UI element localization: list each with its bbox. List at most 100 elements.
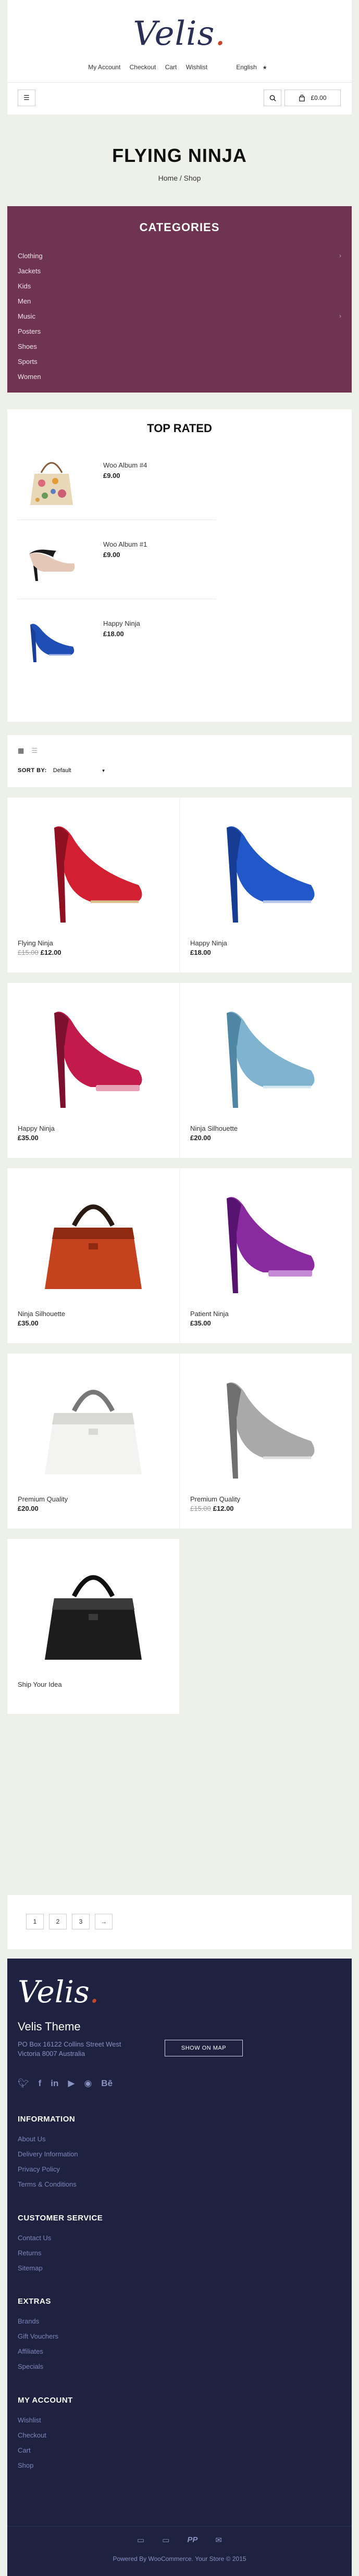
footer-link[interactable]: Terms & Conditions [18, 2180, 78, 2195]
brand-logo[interactable]: Velis. [7, 15, 352, 53]
footer-link[interactable]: Privacy Policy [18, 2165, 78, 2180]
footer-link[interactable]: Shop [18, 2461, 73, 2477]
product-name[interactable]: Patient Ninja [190, 1310, 229, 1318]
category-item[interactable]: Jackets [18, 267, 341, 282]
footer-logo[interactable]: Velis. [18, 1974, 99, 2010]
cart-button[interactable]: £0.00 [284, 90, 341, 106]
footer-link[interactable]: About Us [18, 2135, 78, 2150]
behance-icon[interactable]: Bē [101, 2078, 113, 2089]
category-item[interactable]: Shoes [18, 343, 341, 358]
footer-link[interactable]: Checkout [18, 2431, 73, 2446]
product-card[interactable]: Happy Ninja £18.00 [180, 798, 352, 973]
light-blue-heel-image[interactable] [190, 992, 341, 1117]
page-1[interactable]: 1 [26, 1914, 44, 1929]
sort-by[interactable]: SORT BY: Default ▼ [18, 767, 106, 774]
bag-icon [299, 94, 305, 102]
next-page-button[interactable]: → [95, 1914, 113, 1929]
product-name[interactable]: Woo Album #4 [103, 461, 147, 469]
product-price: £15.00 £12.00 [18, 949, 61, 956]
product-name[interactable]: Happy Ninja [18, 1125, 55, 1132]
footer-link[interactable]: Cart [18, 2446, 73, 2461]
product-card[interactable]: Premium Quality £20.00 [7, 1354, 179, 1529]
category-label: Jackets [18, 267, 41, 275]
page-3[interactable]: 3 [72, 1914, 90, 1929]
footer-link[interactable]: Affiliates [18, 2347, 58, 2363]
top-rated-item[interactable]: Woo Album #1 £9.00 [18, 520, 216, 598]
product-name[interactable]: Happy Ninja [103, 620, 140, 627]
site-footer: Velis. Velis Theme PO Box 16122 Collins … [7, 1959, 352, 2576]
footer-link[interactable]: Sitemap [18, 2264, 103, 2279]
silver-heel-image[interactable] [190, 1363, 341, 1488]
current-price: £12.00 [40, 949, 61, 956]
search-button[interactable] [264, 90, 281, 106]
language-selector[interactable]: English ★ [232, 64, 270, 71]
top-rated-item[interactable]: Happy Ninja £18.00 [18, 599, 216, 677]
footer-section: CUSTOMER SERVICE Contact Us Returns Sitemap [18, 2214, 103, 2279]
product-name[interactable]: Ninja Silhouette [190, 1125, 238, 1132]
chevron-right-icon[interactable]: › [339, 312, 341, 327]
menu-button[interactable]: ☰ [18, 90, 35, 106]
black-handbag-image[interactable] [18, 1548, 169, 1673]
product-name[interactable]: Flying Ninja [18, 939, 53, 947]
category-item[interactable]: Clothing › [18, 252, 341, 267]
footer-link[interactable]: Brands [18, 2317, 58, 2332]
red-heel-image[interactable] [18, 807, 169, 932]
twitter-icon[interactable]: 🐦︎ [18, 2078, 29, 2089]
shop-toolbar: ▦ ☰ SORT BY: Default ▼ [7, 735, 352, 787]
category-item[interactable]: Women [18, 373, 341, 388]
footer-link[interactable]: Contact Us [18, 2234, 103, 2249]
pink-platform-heel-image[interactable] [18, 992, 169, 1117]
category-item[interactable]: Posters [18, 327, 341, 343]
product-card[interactable]: Happy Ninja £35.00 [7, 983, 179, 1158]
footer-section-title: EXTRAS [18, 2297, 51, 2306]
payment-icons: ▭ ▭ PP ✉ [7, 2535, 352, 2545]
hamburger-icon: ☰ [23, 94, 30, 102]
product-name[interactable]: Happy Ninja [190, 939, 227, 947]
product-card[interactable]: Patient Ninja £35.00 [180, 1168, 352, 1343]
product-card[interactable]: Premium Quality £15.00 £12.00 [180, 1354, 352, 1529]
category-label: Posters [18, 327, 41, 335]
footer-link[interactable]: Wishlist [18, 2416, 73, 2431]
current-price: £12.00 [213, 1505, 234, 1512]
linkedin-icon[interactable]: in [51, 2078, 58, 2089]
nav-wishlist[interactable]: Wishlist [186, 64, 207, 71]
category-item[interactable]: Men [18, 297, 341, 312]
top-rated-item[interactable]: Woo Album #4 £9.00 [18, 440, 216, 519]
product-name[interactable]: Premium Quality [18, 1495, 68, 1503]
product-card[interactable]: Flying Ninja £15.00 £12.00 [7, 798, 179, 973]
product-name[interactable]: Ship Your Idea [18, 1681, 62, 1688]
current-price: £20.00 [18, 1505, 39, 1512]
show-on-map-button[interactable]: SHOW ON MAP [165, 2040, 243, 2056]
category-item[interactable]: Kids [18, 282, 341, 297]
card-icon: ✉ [215, 2536, 222, 2545]
grid-view-icon[interactable]: ▦ [18, 747, 24, 754]
white-handbag-image[interactable] [18, 1363, 169, 1488]
blue-heel-image[interactable] [190, 807, 341, 932]
product-name[interactable]: Premium Quality [190, 1495, 240, 1503]
sort-label: SORT BY: [18, 767, 47, 774]
page-2[interactable]: 2 [49, 1914, 67, 1929]
category-item[interactable]: Sports [18, 358, 341, 373]
chevron-right-icon[interactable]: › [339, 252, 341, 267]
product-card[interactable]: Ninja Silhouette £20.00 [180, 983, 352, 1158]
product-card[interactable]: Ninja Silhouette £35.00 [7, 1168, 179, 1343]
nav-cart[interactable]: Cart [165, 64, 177, 71]
footer-link[interactable]: Delivery Information [18, 2150, 78, 2165]
list-view-icon[interactable]: ☰ [31, 747, 38, 754]
product-name[interactable]: Ninja Silhouette [18, 1310, 65, 1318]
red-handbag-image[interactable] [18, 1178, 169, 1303]
nav-my-account[interactable]: My Account [88, 64, 120, 71]
footer-link[interactable]: Specials [18, 2363, 58, 2378]
purple-platform-heel-image[interactable] [190, 1178, 341, 1303]
product-card[interactable]: Ship Your Idea [7, 1539, 179, 1714]
category-item[interactable]: Music › [18, 312, 341, 327]
breadcrumb[interactable]: Home / Shop [0, 174, 359, 182]
github-icon[interactable]: ◉ [84, 2078, 92, 2089]
footer-link[interactable]: Returns [18, 2249, 103, 2264]
facebook-icon[interactable]: f [39, 2078, 42, 2089]
nav-checkout[interactable]: Checkout [130, 64, 156, 71]
product-name[interactable]: Woo Album #1 [103, 540, 147, 548]
footer-link[interactable]: Gift Vouchers [18, 2332, 58, 2347]
youtube-icon[interactable]: ▶ [68, 2078, 75, 2089]
cart-total: £0.00 [311, 94, 327, 102]
